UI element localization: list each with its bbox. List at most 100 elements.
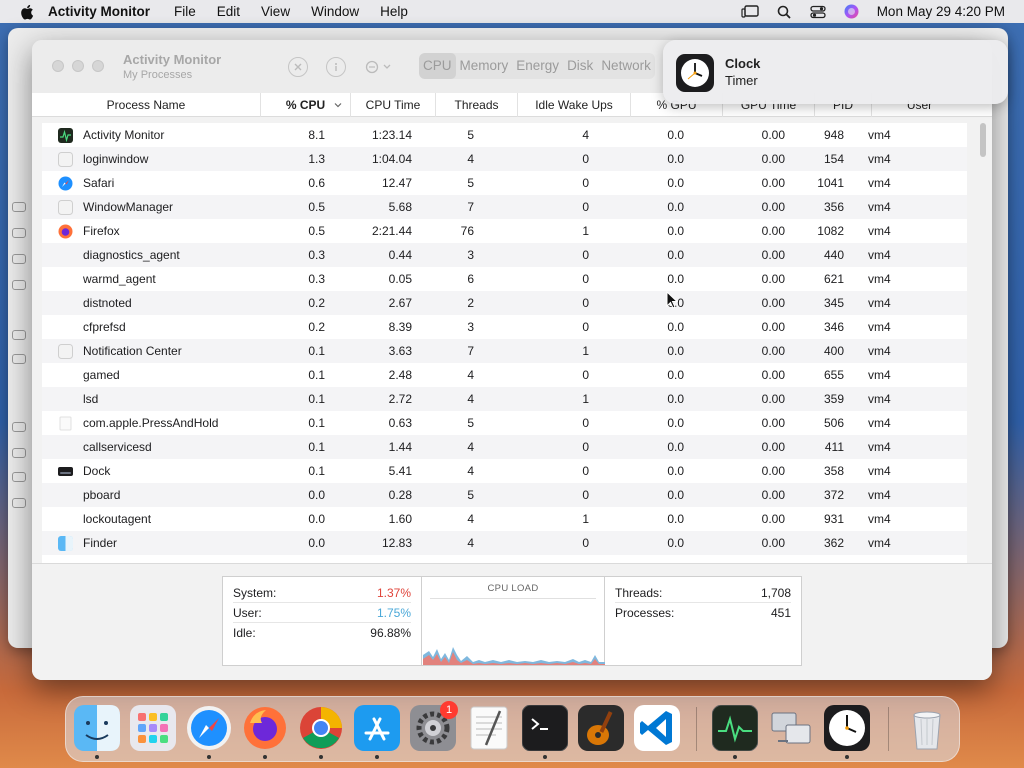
tab-disk[interactable]: Disk xyxy=(563,53,597,79)
clock-notification[interactable]: Clock Timer xyxy=(663,40,1008,104)
dock-migration-assistant-icon[interactable] xyxy=(768,705,814,751)
cpu-load-graph: CPU LOAD xyxy=(421,577,605,665)
cpu-percent-cell: 0.0 xyxy=(308,536,325,550)
table-row[interactable]: gamed 0.1 2.48 4 0 0.0 0.00 655 vm4 xyxy=(42,363,967,387)
column-threads[interactable]: Threads xyxy=(436,93,518,117)
zoom-button[interactable] xyxy=(92,60,104,72)
scrollbar-thumb[interactable] xyxy=(980,123,986,157)
inspect-process-button[interactable] xyxy=(326,57,346,77)
menu-clock[interactable]: Mon May 29 4:20 PM xyxy=(877,4,1005,19)
tab-memory[interactable]: Memory xyxy=(456,53,513,79)
column-idle-wake-ups[interactable]: Idle Wake Ups xyxy=(518,93,631,117)
apple-menu-icon[interactable] xyxy=(20,4,34,20)
gpu-percent-cell: 0.0 xyxy=(667,512,684,526)
gpu-time-cell: 0.00 xyxy=(761,416,785,430)
column-cpu-percent[interactable]: % CPU xyxy=(261,93,351,117)
table-row[interactable]: lsd 0.1 2.72 4 1 0.0 0.00 359 vm4 xyxy=(42,387,967,411)
idle-wake-ups-cell: 0 xyxy=(582,368,589,382)
dock-garageband-icon[interactable] xyxy=(578,705,624,751)
pid-cell: 1041 xyxy=(817,176,844,190)
table-row[interactable]: distnoted 0.2 2.67 2 0 0.0 0.00 345 vm4 xyxy=(42,291,967,315)
stage-manager-icon[interactable] xyxy=(741,4,759,20)
table-row[interactable]: warmd_agent 0.3 0.05 6 0 0.0 0.00 621 vm4 xyxy=(42,267,967,291)
dock-textedit-icon[interactable] xyxy=(466,705,512,751)
dock-vscode-icon[interactable] xyxy=(634,705,680,751)
table-row[interactable]: Firefox 0.5 2:21.44 76 1 0.0 0.00 1082 vm4 xyxy=(42,219,967,243)
cpu-summary-panel: System: 1.37% User: 1.75% Idle: 96.88% C… xyxy=(222,576,802,666)
menu-app-name[interactable]: Activity Monitor xyxy=(48,4,150,19)
category-tabs: CPU Memory Energy Disk Network xyxy=(419,53,655,79)
process-name-cell: Dock xyxy=(83,464,111,478)
stop-process-button[interactable] xyxy=(288,57,308,77)
table-row[interactable]: Finder 0.0 12.83 4 0 0.0 0.00 362 vm4 xyxy=(42,531,967,555)
table-row[interactable]: Safari 0.6 12.47 5 0 0.0 0.00 1041 vm4 xyxy=(42,171,967,195)
process-name-cell: callservicesd xyxy=(83,440,152,454)
table-scrollbar[interactable] xyxy=(977,123,989,563)
idle-wake-ups-cell: 0 xyxy=(582,248,589,262)
threads-cell: 6 xyxy=(467,272,474,286)
user-cell: vm4 xyxy=(868,416,891,430)
cpu-percent-cell: 1.3 xyxy=(308,152,325,166)
empty-icon-slot xyxy=(58,272,73,287)
tab-network[interactable]: Network xyxy=(597,53,655,79)
gpu-time-cell: 0.00 xyxy=(761,152,785,166)
dock-finder-icon[interactable] xyxy=(74,705,120,751)
table-row[interactable]: com.apple.PressAndHold 0.1 0.63 5 0 0.0 0.00 50… xyxy=(42,411,967,435)
process-name-cell: lockoutagent xyxy=(83,512,152,526)
threads-cell: 4 xyxy=(467,368,474,382)
dock-launchpad-icon[interactable] xyxy=(130,705,176,751)
table-row[interactable]: WindowManager 0.5 5.68 7 0 0.0 0.00 356 vm4 xyxy=(42,195,967,219)
more-actions-button[interactable] xyxy=(363,57,397,77)
dock-chrome-icon[interactable] xyxy=(298,705,344,751)
gpu-time-cell: 0.00 xyxy=(761,296,785,310)
table-row[interactable]: cfprefsd 0.2 8.39 3 0 0.0 0.00 346 vm4 xyxy=(42,315,967,339)
table-row[interactable]: callservicesd 0.1 1.44 4 0 0.0 0.00 411 vm4 xyxy=(42,435,967,459)
empty-icon-slot xyxy=(58,248,73,263)
table-row[interactable]: Activity Monitor 8.1 1:23.14 5 4 0.0 0.00 948 vm… xyxy=(42,123,967,147)
menu-file[interactable]: File xyxy=(174,4,196,19)
idle-wake-ups-cell: 0 xyxy=(582,320,589,334)
threads-cell: 2 xyxy=(467,296,474,310)
table-row[interactable]: pboard 0.0 0.28 5 0 0.0 0.00 372 vm4 xyxy=(42,483,967,507)
column-process-name[interactable]: Process Name xyxy=(32,93,261,117)
pid-cell: 400 xyxy=(823,344,844,358)
control-center-icon[interactable] xyxy=(809,4,827,20)
menu-help[interactable]: Help xyxy=(380,4,408,19)
table-row[interactable]: diagnostics_agent 0.3 0.44 3 0 0.0 0.00 440 vm4 xyxy=(42,243,967,267)
close-button[interactable] xyxy=(52,60,64,72)
siri-icon[interactable] xyxy=(843,4,861,20)
cpu-time-cell: 5.68 xyxy=(388,200,412,214)
table-row[interactable]: Dock 0.1 5.41 4 0 0.0 0.00 358 vm4 xyxy=(42,459,967,483)
dock-trash-icon[interactable] xyxy=(904,705,950,751)
dock-terminal-icon[interactable] xyxy=(521,704,569,752)
dock-icon xyxy=(58,464,73,479)
pid-cell: 655 xyxy=(823,368,844,382)
menu-view[interactable]: View xyxy=(261,4,290,19)
menu-edit[interactable]: Edit xyxy=(217,4,240,19)
cpu-load-title: CPU LOAD xyxy=(487,583,539,594)
threads-cell: 5 xyxy=(467,416,474,430)
gpu-time-cell: 0.00 xyxy=(761,272,785,286)
stat-threads-value: 1,708 xyxy=(760,586,791,600)
minimize-button[interactable] xyxy=(72,60,84,72)
gpu-time-cell: 0.00 xyxy=(761,176,785,190)
table-row[interactable]: lockoutagent 0.0 1.60 4 1 0.0 0.00 931 vm4 xyxy=(42,507,967,531)
tab-energy[interactable]: Energy xyxy=(512,53,563,79)
mouse-cursor-icon xyxy=(666,291,678,309)
gpu-percent-cell: 0.0 xyxy=(667,248,684,262)
tab-cpu[interactable]: CPU xyxy=(419,53,456,79)
settings-update-badge: 1 xyxy=(440,701,458,719)
cpu-time-cell: 12.83 xyxy=(381,536,412,550)
menu-window[interactable]: Window xyxy=(311,4,359,19)
dock-safari-icon[interactable] xyxy=(186,705,232,751)
dock-activity-monitor-icon[interactable] xyxy=(711,704,759,752)
dock-clock-icon[interactable] xyxy=(824,705,870,751)
table-row[interactable]: Notification Center 0.1 3.63 7 1 0.0 0.00 400 vm… xyxy=(42,339,967,363)
spotlight-search-icon[interactable] xyxy=(775,4,793,20)
dock-app-store-icon[interactable] xyxy=(354,705,400,751)
gpu-percent-cell: 0.0 xyxy=(667,536,684,550)
column-cpu-time[interactable]: CPU Time xyxy=(351,93,436,117)
dock-firefox-icon[interactable] xyxy=(242,705,288,751)
table-row[interactable]: loginwindow 1.3 1:04.04 4 0 0.0 0.00 154 vm4 xyxy=(42,147,967,171)
cpu-percent-cell: 0.5 xyxy=(308,224,325,238)
